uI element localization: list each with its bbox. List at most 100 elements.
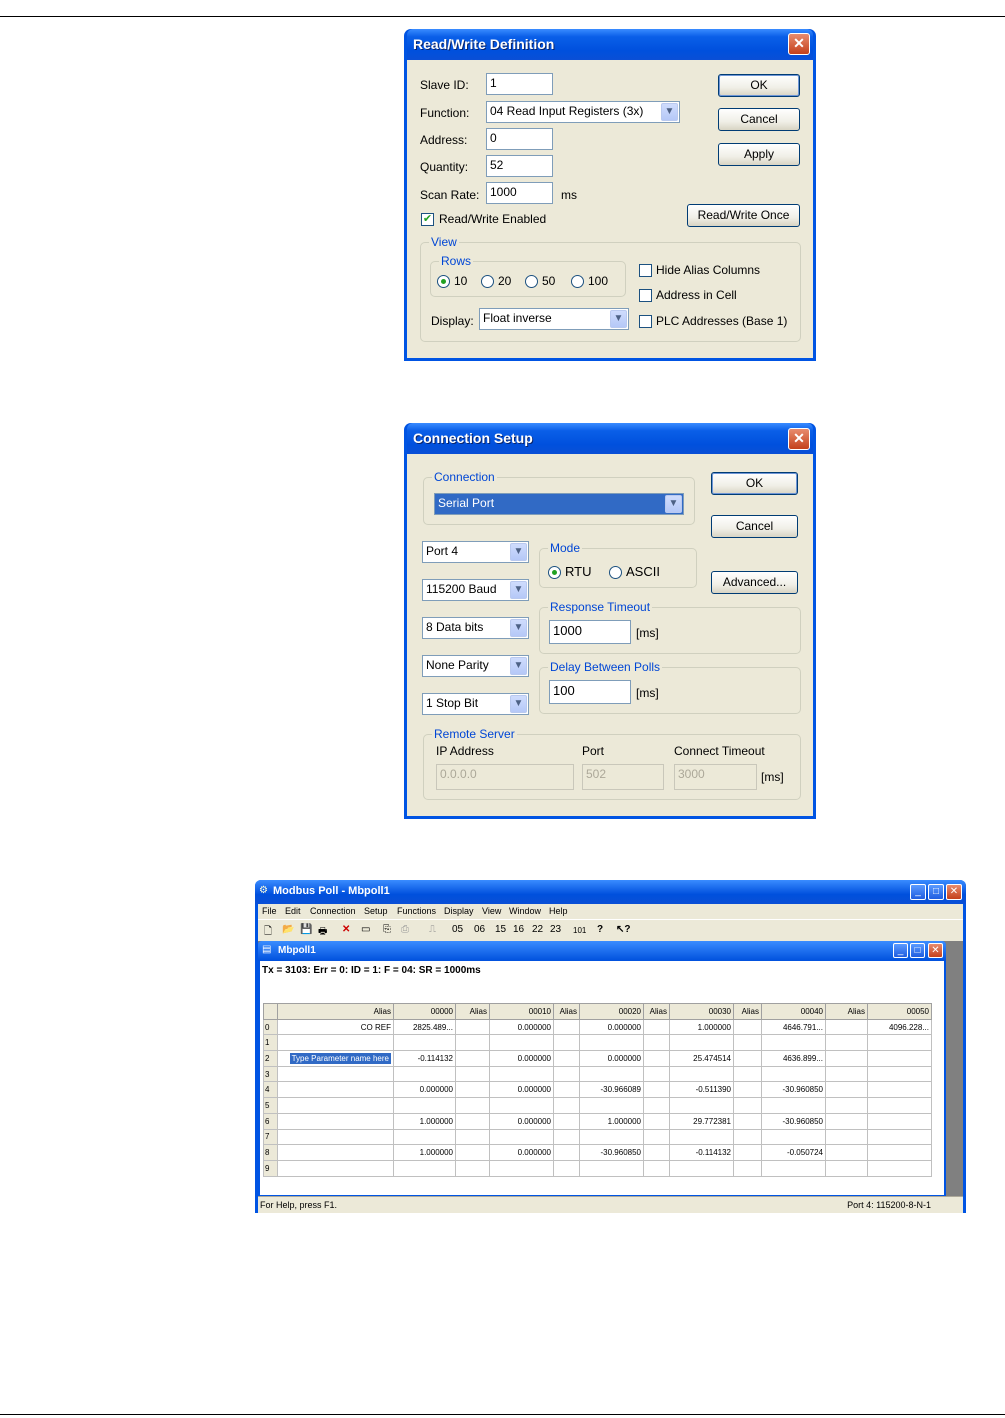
value-cell[interactable] [393, 1065, 456, 1083]
value-cell[interactable] [393, 1034, 456, 1052]
minimize-icon[interactable]: _ [910, 884, 926, 900]
chevron-down-icon[interactable]: ▼ [510, 695, 527, 713]
value-cell[interactable] [643, 1097, 670, 1114]
value-cell[interactable] [455, 1128, 490, 1146]
rows-10-radio[interactable] [437, 275, 450, 288]
value-cell[interactable] [825, 1159, 868, 1177]
value-cell[interactable]: -0.050724 [761, 1144, 826, 1161]
value-cell[interactable] [553, 1081, 580, 1099]
value-cell[interactable] [761, 1034, 826, 1052]
delay-input[interactable]: 100 [549, 680, 631, 704]
value-cell[interactable]: 1.000000 [393, 1112, 456, 1130]
value-cell[interactable] [553, 1128, 580, 1146]
value-cell[interactable] [867, 1081, 932, 1099]
value-cell[interactable]: 0.000000 [393, 1081, 456, 1099]
value-cell[interactable] [553, 1018, 580, 1036]
value-cell[interactable]: 2825.489... [393, 1018, 456, 1036]
new-icon[interactable]: 🗋 [264, 924, 272, 941]
value-cell[interactable] [643, 1050, 670, 1067]
maximize-icon[interactable]: □ [928, 884, 944, 900]
column-header[interactable]: 00010 [489, 1003, 554, 1020]
hide-alias-columns-checkbox[interactable] [639, 264, 652, 277]
help-icon[interactable]: ? [597, 924, 603, 935]
fn-05-button[interactable]: 05 [452, 924, 463, 935]
value-cell[interactable]: -30.960850 [579, 1144, 644, 1161]
value-cell[interactable] [579, 1159, 644, 1177]
rows-50-radio[interactable] [525, 275, 538, 288]
close-icon[interactable]: ✕ [946, 884, 962, 900]
value-cell[interactable] [669, 1065, 734, 1083]
open-icon[interactable]: 📂 [282, 924, 294, 935]
value-cell[interactable] [825, 1097, 868, 1114]
display-select[interactable]: Float inverse ▼ [479, 308, 629, 330]
read-write-once-button[interactable]: Read/Write Once [687, 204, 800, 227]
value-cell[interactable] [825, 1050, 868, 1067]
save-icon[interactable]: 💾 [300, 924, 312, 935]
value-cell[interactable] [455, 1018, 490, 1036]
value-cell[interactable] [553, 1050, 580, 1067]
value-cell[interactable] [489, 1097, 554, 1114]
value-cell[interactable] [643, 1081, 670, 1099]
response-timeout-input[interactable]: 1000 [549, 620, 631, 644]
child-title-bar[interactable]: ▤ Mbpoll1 _ □ ✕ [258, 941, 946, 961]
value-cell[interactable] [643, 1112, 670, 1130]
value-cell[interactable] [579, 1128, 644, 1146]
address-in-cell-checkbox[interactable] [639, 289, 652, 302]
scan-rate-input[interactable]: 1000 [486, 182, 553, 204]
value-cell[interactable] [825, 1112, 868, 1130]
value-cell[interactable]: 1.000000 [579, 1112, 644, 1130]
value-cell[interactable] [867, 1112, 932, 1130]
ok-button[interactable]: OK [711, 472, 798, 495]
value-cell[interactable]: -0.511390 [669, 1081, 734, 1099]
menu-view[interactable]: View [482, 906, 501, 916]
column-header[interactable]: Alias [643, 1003, 670, 1020]
connect-timeout-input[interactable]: 3000 [674, 764, 757, 790]
value-cell[interactable] [733, 1144, 762, 1161]
column-header[interactable]: 00020 [579, 1003, 644, 1020]
value-cell[interactable] [553, 1097, 580, 1114]
value-cell[interactable] [733, 1034, 762, 1052]
alias-cell[interactable] [277, 1128, 394, 1146]
function-select[interactable]: 04 Read Input Registers (3x) ▼ [486, 101, 680, 123]
alias-cell[interactable] [277, 1159, 394, 1177]
value-cell[interactable] [867, 1050, 932, 1067]
alias-cell[interactable] [277, 1034, 394, 1052]
value-cell[interactable] [489, 1159, 554, 1177]
value-cell[interactable] [553, 1112, 580, 1130]
value-cell[interactable] [761, 1159, 826, 1177]
mode-rtu-radio[interactable] [548, 566, 561, 579]
value-cell[interactable] [455, 1112, 490, 1130]
quantity-input[interactable]: 52 [486, 155, 553, 177]
value-cell[interactable] [553, 1159, 580, 1177]
fn-23-button[interactable]: 23 [550, 924, 561, 935]
column-header[interactable]: Alias [553, 1003, 580, 1020]
mode-ascii-radio[interactable] [609, 566, 622, 579]
fn-06-button[interactable]: 06 [474, 924, 485, 935]
value-cell[interactable] [643, 1065, 670, 1083]
column-header[interactable]: 00000 [393, 1003, 456, 1020]
alias-cell[interactable] [277, 1065, 394, 1083]
value-cell[interactable]: -30.966089 [579, 1081, 644, 1099]
value-cell[interactable] [489, 1065, 554, 1083]
cancel-button[interactable]: Cancel [711, 515, 798, 538]
value-cell[interactable]: 1.000000 [393, 1144, 456, 1161]
alias-cell[interactable] [277, 1097, 394, 1114]
alias-cell[interactable] [277, 1144, 394, 1161]
value-cell[interactable] [579, 1065, 644, 1083]
menu-file[interactable]: File [262, 906, 277, 916]
value-cell[interactable]: -30.960850 [761, 1081, 826, 1099]
menu-display[interactable]: Display [444, 906, 474, 916]
value-cell[interactable]: 0.000000 [489, 1018, 554, 1036]
alias-edit-text[interactable]: Type Parameter name here [289, 1052, 391, 1064]
menu-edit[interactable]: Edit [285, 906, 301, 916]
value-cell[interactable]: -30.960850 [761, 1112, 826, 1130]
value-cell[interactable] [761, 1065, 826, 1083]
fn-15-button[interactable]: 15 [495, 924, 506, 935]
stop-bits-select[interactable]: 1 Stop Bit ▼ [422, 693, 529, 715]
plc-addresses-checkbox[interactable] [639, 315, 652, 328]
alias-cell[interactable]: Type Parameter name here [277, 1050, 394, 1067]
value-cell[interactable] [643, 1144, 670, 1161]
value-cell[interactable] [669, 1097, 734, 1114]
value-cell[interactable] [733, 1018, 762, 1036]
value-cell[interactable] [867, 1034, 932, 1052]
